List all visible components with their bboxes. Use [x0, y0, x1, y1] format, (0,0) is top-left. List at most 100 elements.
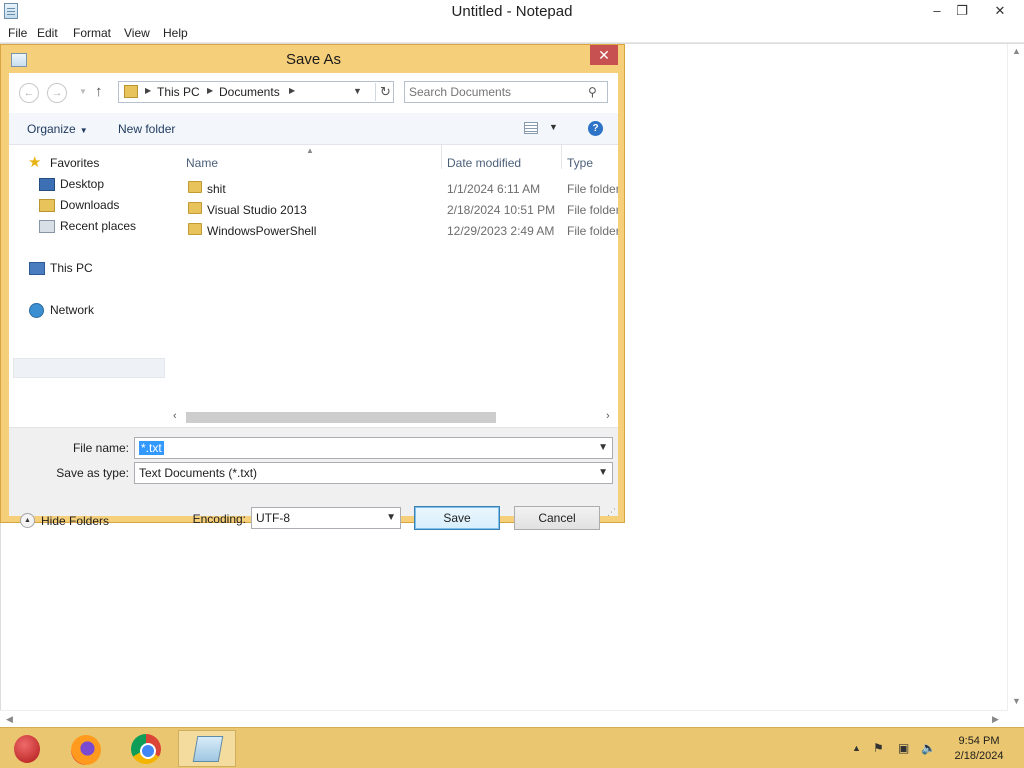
file-list-horizontal-scrollbar[interactable]: ‹ ›: [169, 409, 618, 426]
file-row[interactable]: shit 1/1/2024 6:11 AM File folder: [169, 178, 618, 199]
nav-this-pc[interactable]: This PC: [50, 261, 93, 275]
search-icon[interactable]: ⚲: [588, 85, 597, 99]
recent-locations-icon[interactable]: ▼: [79, 87, 87, 96]
network-icon: [29, 303, 44, 318]
file-date: 1/1/2024 6:11 AM: [447, 182, 541, 196]
scroll-left-icon[interactable]: ‹: [173, 410, 177, 422]
forward-icon[interactable]: →: [47, 83, 67, 103]
resize-grip-icon[interactable]: ⋰: [607, 507, 616, 518]
taskbar-app-chrome[interactable]: [118, 730, 176, 767]
system-clock[interactable]: 9:54 PM 2/18/2024: [944, 734, 1014, 764]
new-folder-button[interactable]: New folder: [118, 122, 175, 136]
dialog-body: ← → ▼ ↑ ▶ This PC ▶ Documents ▶ ▼ ↻ ⚲ Or…: [9, 73, 618, 530]
breadcrumb-separator-icon[interactable]: ▶: [289, 86, 295, 95]
folder-icon: [188, 202, 202, 214]
refresh-icon[interactable]: ↻: [375, 83, 395, 101]
breadcrumb-separator-icon[interactable]: ▶: [145, 86, 151, 95]
file-list: ▲ Name Date modified Type shit 1/1/2024 …: [169, 145, 618, 427]
this-pc-icon: [29, 262, 45, 275]
desktop-icon: [39, 178, 55, 191]
breadcrumb-separator-icon[interactable]: ▶: [207, 86, 213, 95]
up-arrow-icon[interactable]: ↑: [95, 83, 103, 100]
notepad-icon: [192, 736, 224, 762]
firefox-icon: [71, 735, 101, 765]
menu-file[interactable]: File: [8, 26, 27, 40]
nav-recent-places[interactable]: Recent places: [60, 219, 136, 233]
file-row[interactable]: Visual Studio 2013 2/18/2024 10:51 PM Fi…: [169, 199, 618, 220]
taskbar-app-firefox[interactable]: [58, 730, 116, 767]
navigation-bar: ← → ▼ ↑ ▶ This PC ▶ Documents ▶ ▼ ↻ ⚲: [9, 73, 618, 113]
chevron-down-icon[interactable]: ▼: [598, 467, 608, 478]
folder-icon: [188, 181, 202, 193]
nav-this-pc-row[interactable]: [13, 358, 165, 378]
action-center-flag-icon[interactable]: ⚑: [873, 741, 884, 755]
view-options-icon[interactable]: [524, 122, 538, 134]
save-as-dialog: Save As ✕ ← → ▼ ↑ ▶ This PC ▶ Documents …: [0, 44, 625, 530]
back-icon[interactable]: ←: [19, 83, 39, 103]
search-input[interactable]: [409, 84, 579, 100]
chevron-down-icon[interactable]: ▼: [598, 442, 608, 453]
organize-button[interactable]: Organize ▼: [27, 122, 88, 136]
notepad-horizontal-scrollbar[interactable]: ◀ ▶: [0, 710, 1007, 727]
file-type: File folder: [567, 224, 618, 238]
nav-network[interactable]: Network: [50, 303, 94, 317]
breadcrumb-this-pc[interactable]: This PC: [157, 85, 200, 99]
scroll-right-icon[interactable]: ›: [606, 410, 610, 422]
file-row[interactable]: WindowsPowerShell 12/29/2023 2:49 AM Fil…: [169, 220, 618, 241]
address-bar[interactable]: ▶ This PC ▶ Documents ▶ ▼ ↻: [118, 81, 394, 103]
help-icon[interactable]: ?: [588, 121, 603, 136]
taskbar-app-ornament[interactable]: [0, 730, 58, 767]
scroll-right-icon[interactable]: ▶: [992, 714, 999, 725]
nav-downloads[interactable]: Downloads: [60, 198, 119, 212]
column-divider[interactable]: [561, 145, 562, 169]
scrollbar-thumb[interactable]: [186, 412, 496, 423]
network-status-icon[interactable]: ▣: [898, 741, 909, 755]
show-hidden-icons-icon[interactable]: ▲: [852, 743, 861, 753]
encoding-value: UTF-8: [256, 511, 290, 525]
column-header-type[interactable]: Type: [567, 156, 593, 170]
file-name-field[interactable]: *.txt ▼: [134, 437, 613, 459]
folder-icon: [124, 85, 138, 98]
file-name: WindowsPowerShell: [207, 224, 317, 238]
dialog-title: Save As: [285, 51, 342, 68]
scroll-up-icon[interactable]: ▲: [1012, 46, 1021, 56]
column-header-date-modified[interactable]: Date modified: [447, 156, 521, 170]
menu-help[interactable]: Help: [163, 26, 188, 40]
nav-desktop[interactable]: Desktop: [60, 177, 104, 191]
navigation-pane: ★ Favorites Desktop Downloads Recent pla…: [9, 145, 169, 427]
menu-format[interactable]: Format: [73, 26, 111, 40]
cancel-button[interactable]: Cancel: [514, 506, 600, 530]
favorites-star-icon: ★: [28, 154, 42, 171]
close-button[interactable]: ✕: [985, 0, 1015, 22]
encoding-label: Encoding:: [192, 512, 246, 526]
chevron-down-icon[interactable]: ▼: [386, 512, 396, 523]
file-name-label: File name:: [72, 441, 129, 455]
notepad-titlebar: Untitled - Notepad ‒ ❐ ✕: [0, 0, 1024, 23]
volume-muted-icon[interactable]: 🔈: [921, 741, 936, 755]
view-dropdown-icon[interactable]: ▼: [549, 122, 558, 132]
address-dropdown-icon[interactable]: ▼: [353, 86, 362, 96]
ornament-app-icon: [14, 735, 40, 763]
dialog-close-button[interactable]: ✕: [590, 45, 618, 65]
save-button[interactable]: Save: [414, 506, 500, 530]
notepad-vertical-scrollbar[interactable]: ▲ ▼: [1007, 44, 1024, 711]
menu-view[interactable]: View: [124, 26, 150, 40]
search-box[interactable]: ⚲: [404, 81, 608, 103]
breadcrumb-documents[interactable]: Documents: [219, 85, 280, 99]
column-header-name[interactable]: Name: [186, 156, 218, 170]
scroll-left-icon[interactable]: ◀: [6, 714, 13, 725]
nav-favorites[interactable]: Favorites: [50, 156, 99, 170]
column-divider[interactable]: [441, 145, 442, 169]
taskbar-app-notepad[interactable]: [178, 730, 236, 767]
encoding-select[interactable]: UTF-8 ▼: [251, 507, 401, 529]
sort-ascending-icon: ▲: [306, 146, 314, 155]
command-toolbar: Organize ▼ New folder ▼ ?: [9, 113, 618, 145]
chrome-icon: [131, 734, 161, 764]
menu-edit[interactable]: Edit: [37, 26, 58, 40]
taskbar: ▲ ⚑ ▣ 🔈 9:54 PM 2/18/2024: [0, 727, 1024, 768]
scroll-down-icon[interactable]: ▼: [1012, 696, 1021, 706]
file-type: File folder: [567, 203, 618, 217]
clock-date: 2/18/2024: [954, 750, 1004, 762]
restore-button[interactable]: ❐: [947, 0, 977, 22]
save-as-type-select[interactable]: Text Documents (*.txt) ▼: [134, 462, 613, 484]
